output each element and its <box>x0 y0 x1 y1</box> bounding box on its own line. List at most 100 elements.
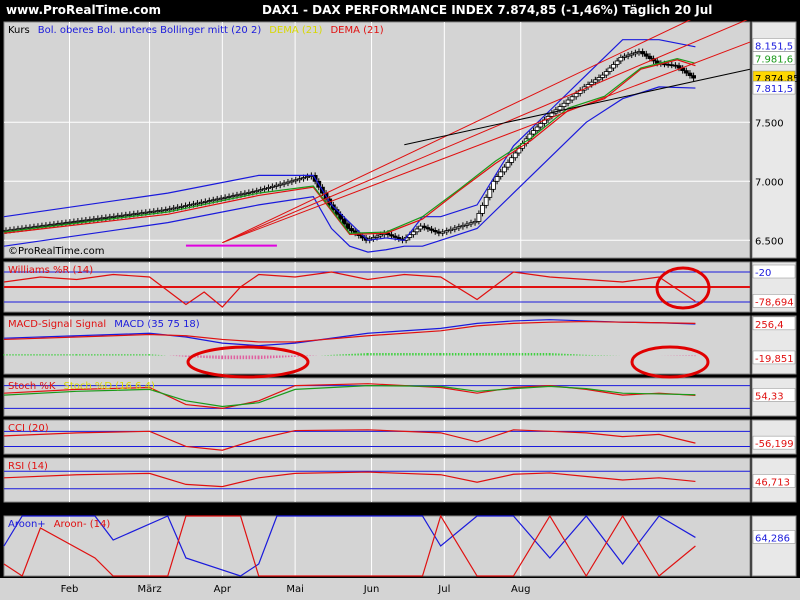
candle-body <box>483 196 489 206</box>
candle-body <box>266 187 271 189</box>
candle-body <box>119 214 125 217</box>
candle-body <box>39 225 45 228</box>
x-label-3: Mai <box>286 584 304 595</box>
legend-rsi-0: RSI (14) <box>8 461 48 472</box>
candle-body <box>195 202 200 205</box>
candle-body <box>71 221 77 223</box>
x-label-1: März <box>137 584 161 595</box>
candle-body <box>155 210 161 213</box>
x-axis-bg <box>0 578 800 600</box>
candle-body <box>569 96 575 101</box>
candle-body <box>67 221 73 224</box>
candle-body <box>51 223 57 226</box>
badge-text-williams-1: -78,694 <box>755 297 794 308</box>
candle-body <box>103 216 109 219</box>
candle-body <box>607 67 613 72</box>
candle-body <box>468 222 474 225</box>
candle-body <box>218 197 224 200</box>
candle-body <box>293 179 299 182</box>
candle-body <box>111 215 117 218</box>
watermark: ©ProRealTime.com <box>8 246 104 257</box>
badge-text-stoch-0: 54,33 <box>755 391 784 402</box>
ytick-price-0: 6.500 <box>755 236 784 247</box>
legend-macd-1: MACD (35 75 18) <box>114 319 200 330</box>
candle-body <box>444 230 450 233</box>
candle-body <box>341 218 347 225</box>
candle-body <box>273 184 279 187</box>
candle-body <box>549 112 555 117</box>
candle-body <box>436 231 442 234</box>
candle-body <box>281 182 287 185</box>
panel-price <box>3 21 751 259</box>
legend-stoch-1: Stoch %D (16 6 4) <box>63 381 154 392</box>
candle-body <box>83 219 89 222</box>
candle-body <box>147 211 153 214</box>
legend-aroon-0: Aroon+ <box>8 519 46 530</box>
candle-body <box>43 224 49 227</box>
candle-body <box>269 185 275 188</box>
candle-body <box>246 191 252 194</box>
candle-body <box>163 209 169 212</box>
legend-williams-0: Williams %R (14) <box>8 265 93 276</box>
badge-text-price-0: 8.151,5 <box>755 41 793 52</box>
candle-body <box>127 213 133 216</box>
legend-price-2: DEMA (21) <box>269 25 322 36</box>
candle-body <box>123 214 129 217</box>
candle-body <box>345 223 351 229</box>
candle-body <box>250 191 256 193</box>
candle-body <box>456 226 462 229</box>
candle-body <box>297 178 303 181</box>
candle-body <box>254 190 260 193</box>
candle-body <box>206 200 212 202</box>
legend-price-3: DEMA (21) <box>330 25 383 36</box>
candle-body <box>47 224 53 227</box>
candle-body <box>242 192 248 195</box>
candle-body <box>91 218 97 221</box>
candle-body <box>214 198 220 201</box>
badge-text-price-1: 7.981,6 <box>755 55 793 66</box>
chart-area: 6.5007.0007.5008.151,57.981,67.874,857.8… <box>0 20 800 600</box>
candle-body <box>99 217 105 220</box>
legend-cci-0: CCI (20) <box>8 423 49 434</box>
x-label-4: Jun <box>363 584 380 595</box>
site-url[interactable]: www.ProRealTime.com <box>6 3 161 17</box>
candle-body <box>505 162 511 168</box>
candle-body <box>512 152 518 159</box>
candle-body <box>440 231 446 234</box>
candle-body <box>414 228 420 233</box>
candle-body <box>75 220 81 223</box>
badge-text-cci-0: -56,199 <box>755 439 794 450</box>
candle-body <box>611 64 616 69</box>
candle-body <box>183 205 188 207</box>
badge-text-macd-0: 256,4 <box>755 320 784 331</box>
candle-body <box>573 93 579 98</box>
candle-body <box>448 228 454 231</box>
candle-body <box>95 218 101 220</box>
candle-body <box>143 211 149 214</box>
candle-body <box>614 60 620 65</box>
candle-body <box>55 223 61 226</box>
candle-body <box>35 225 41 228</box>
candle-body <box>472 221 478 224</box>
candle-body <box>87 219 93 221</box>
candle-body <box>509 157 515 163</box>
candle-body <box>501 166 507 173</box>
x-label-6: Aug <box>511 584 531 595</box>
candle-body <box>31 226 37 229</box>
candle-body <box>618 57 624 62</box>
candle-body <box>301 177 306 180</box>
candle-body <box>538 123 544 128</box>
legend-price-0: Kurs <box>8 25 30 36</box>
candle-body <box>159 209 165 212</box>
badge-text-aroon-0: 64,286 <box>755 533 790 544</box>
candle-body <box>498 171 504 177</box>
panel-cci <box>3 419 751 455</box>
candle-body <box>476 212 482 222</box>
candle-body <box>167 208 173 211</box>
candle-body <box>191 203 196 206</box>
legend-stoch-0: Stoch %K <box>8 381 56 392</box>
candle-body <box>210 199 216 202</box>
candle-body <box>305 176 310 178</box>
legend-macd-0: MACD-Signal Signal <box>8 319 106 330</box>
candle-body <box>107 216 113 219</box>
